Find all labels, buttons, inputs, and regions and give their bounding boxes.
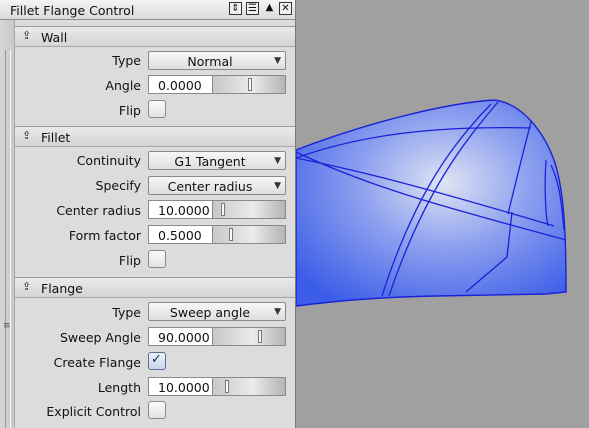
wall-angle-value: 0.0000 bbox=[158, 78, 202, 93]
grip-dots-icon: ≡ bbox=[3, 321, 11, 331]
flange-type-value: Sweep angle bbox=[169, 305, 251, 320]
sweep-angle-field[interactable]: 90.0000 bbox=[148, 327, 286, 346]
sweep-angle-value: 90.0000 bbox=[158, 330, 210, 345]
panel-titlebar[interactable]: Fillet Flange Control ⇕ ☰ ▲ ✕ bbox=[0, 0, 295, 20]
panel-title: Fillet Flange Control bbox=[10, 3, 135, 18]
length-label: Length bbox=[97, 380, 141, 395]
fillet-flange-control-panel: Fillet Flange Control ⇕ ☰ ▲ ✕ ≡ ⇪ Wall T… bbox=[0, 0, 296, 428]
explicit-control-checkbox[interactable] bbox=[148, 401, 166, 419]
length-input[interactable]: 10.0000 bbox=[148, 377, 213, 396]
wall-flip-label: Flip bbox=[118, 103, 141, 118]
center-radius-input[interactable]: 10.0000 bbox=[148, 200, 213, 219]
create-flange-checkbox[interactable]: ✓ bbox=[148, 352, 166, 370]
create-flange-label: Create Flange bbox=[53, 355, 141, 370]
slider-thumb[interactable] bbox=[248, 78, 252, 91]
surface-model[interactable] bbox=[296, 0, 589, 428]
menu-list-icon[interactable]: ☰ bbox=[246, 2, 259, 15]
flange-type-label: Type bbox=[112, 305, 141, 320]
sweep-angle-input[interactable]: 90.0000 bbox=[148, 327, 213, 346]
length-field[interactable]: 10.0000 bbox=[148, 377, 286, 396]
viewport-3d[interactable] bbox=[296, 0, 589, 428]
section-header-wall[interactable]: ⇪ Wall bbox=[15, 26, 295, 47]
form-factor-value: 0.5000 bbox=[158, 228, 202, 243]
wall-angle-field[interactable]: 0.0000 bbox=[148, 75, 286, 94]
wall-flip-checkbox[interactable] bbox=[148, 100, 166, 118]
wall-angle-label: Angle bbox=[105, 78, 141, 93]
explicit-control-label: Explicit Control bbox=[46, 404, 141, 419]
collapse-up-icon[interactable]: ▲ bbox=[263, 2, 276, 15]
form-factor-field[interactable]: 0.5000 bbox=[148, 225, 286, 244]
fillet-specify-value: Center radius bbox=[167, 179, 253, 194]
center-radius-field[interactable]: 10.0000 bbox=[148, 200, 286, 219]
slider-thumb[interactable] bbox=[229, 228, 233, 241]
checkmark-icon: ✓ bbox=[151, 352, 162, 367]
center-radius-label: Center radius bbox=[56, 203, 141, 218]
fillet-specify-dropdown[interactable]: Center radius ▼ bbox=[148, 176, 286, 195]
slider-thumb[interactable] bbox=[221, 203, 225, 216]
collapse-arrow-icon[interactable]: ⇪ bbox=[22, 29, 31, 42]
section-title-flange: Flange bbox=[41, 281, 83, 296]
form-factor-slider[interactable] bbox=[213, 225, 286, 244]
close-x-icon[interactable]: ✕ bbox=[279, 2, 292, 15]
panel-resize-handle[interactable]: ≡ bbox=[0, 20, 15, 428]
wall-type-dropdown[interactable]: Normal ▼ bbox=[148, 51, 286, 70]
form-factor-input[interactable]: 0.5000 bbox=[148, 225, 213, 244]
wall-type-value: Normal bbox=[187, 54, 233, 69]
section-header-fillet[interactable]: ⇪ Fillet bbox=[15, 126, 295, 147]
section-header-flange[interactable]: ⇪ Flange bbox=[15, 277, 295, 298]
slider-thumb[interactable] bbox=[225, 380, 229, 393]
center-radius-value: 10.0000 bbox=[158, 203, 210, 218]
chevron-down-icon: ▼ bbox=[274, 181, 281, 191]
chevron-down-icon: ▼ bbox=[274, 156, 281, 166]
handle-grip bbox=[5, 50, 11, 428]
sweep-angle-label: Sweep Angle bbox=[59, 330, 141, 345]
collapse-arrow-icon[interactable]: ⇪ bbox=[22, 280, 31, 293]
chevron-down-icon: ▼ bbox=[274, 307, 281, 317]
dock-toggle-icon[interactable]: ⇕ bbox=[229, 2, 242, 15]
wall-type-label: Type bbox=[112, 53, 141, 68]
chevron-down-icon: ▼ bbox=[274, 56, 281, 66]
fillet-continuity-value: G1 Tangent bbox=[174, 154, 246, 169]
wall-angle-input[interactable]: 0.0000 bbox=[148, 75, 213, 94]
section-title-wall: Wall bbox=[41, 30, 68, 45]
fillet-continuity-dropdown[interactable]: G1 Tangent ▼ bbox=[148, 151, 286, 170]
fillet-flip-checkbox[interactable] bbox=[148, 250, 166, 268]
fillet-flip-label: Flip bbox=[118, 253, 141, 268]
length-slider[interactable] bbox=[213, 377, 286, 396]
sweep-angle-slider[interactable] bbox=[213, 327, 286, 346]
collapse-arrow-icon[interactable]: ⇪ bbox=[22, 129, 31, 142]
wall-angle-slider[interactable] bbox=[213, 75, 286, 94]
center-radius-slider[interactable] bbox=[213, 200, 286, 219]
fillet-specify-label: Specify bbox=[95, 178, 141, 193]
slider-thumb[interactable] bbox=[258, 330, 262, 343]
fillet-continuity-label: Continuity bbox=[76, 153, 141, 168]
section-title-fillet: Fillet bbox=[41, 130, 71, 145]
flange-type-dropdown[interactable]: Sweep angle ▼ bbox=[148, 302, 286, 321]
form-factor-label: Form factor bbox=[68, 228, 141, 243]
length-value: 10.0000 bbox=[158, 380, 210, 395]
